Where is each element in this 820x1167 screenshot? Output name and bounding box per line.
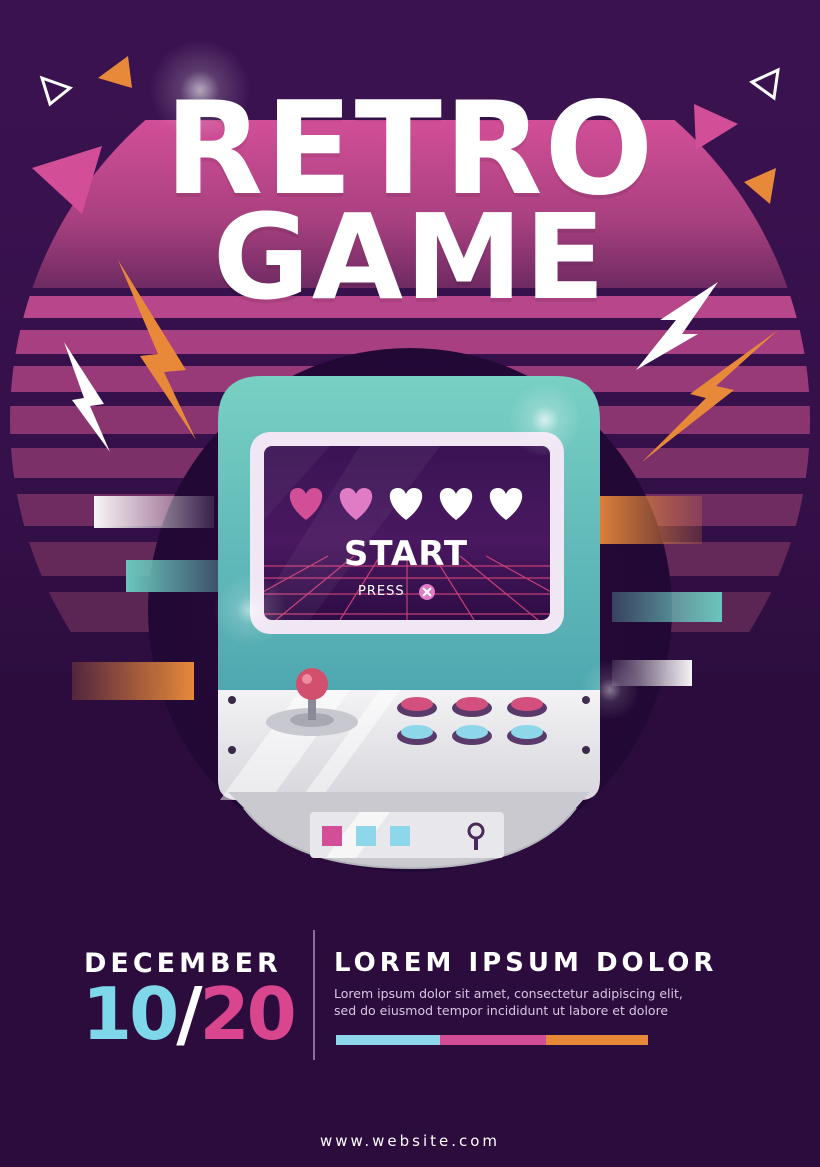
color-bar-cyan [336,1035,440,1045]
start-label: START [343,534,469,574]
retro-game-poster: RETRO GAME START PRESS DECEMBER 10/20 LO… [0,0,820,1167]
event-date-slash: / [176,972,202,1056]
event-date-part1: 10 [82,972,179,1056]
coin-slot [390,826,410,846]
coin-slot [322,826,342,846]
event-description-line2: sed do eiusmod tempor incididunt ut labo… [334,1003,669,1018]
coin-slot [356,826,376,846]
light-glow [500,385,590,455]
color-bar-orange [546,1035,648,1045]
event-description: Lorem ipsum dolor sit amet, consectetur … [334,985,754,1019]
event-headline: LOREM IPSUM DOLOR [334,948,718,978]
event-date-part2: 20 [199,972,297,1056]
color-bar-pink [440,1035,546,1045]
light-glow [210,570,290,650]
event-description-line1: Lorem ipsum dolor sit amet, consectetur … [334,986,683,1001]
press-label: PRESS [358,584,405,599]
vertical-divider [313,930,315,1060]
event-date: 10/20 [82,978,297,1050]
website-link[interactable]: www.website.com [0,1132,820,1150]
light-glow [575,660,645,720]
